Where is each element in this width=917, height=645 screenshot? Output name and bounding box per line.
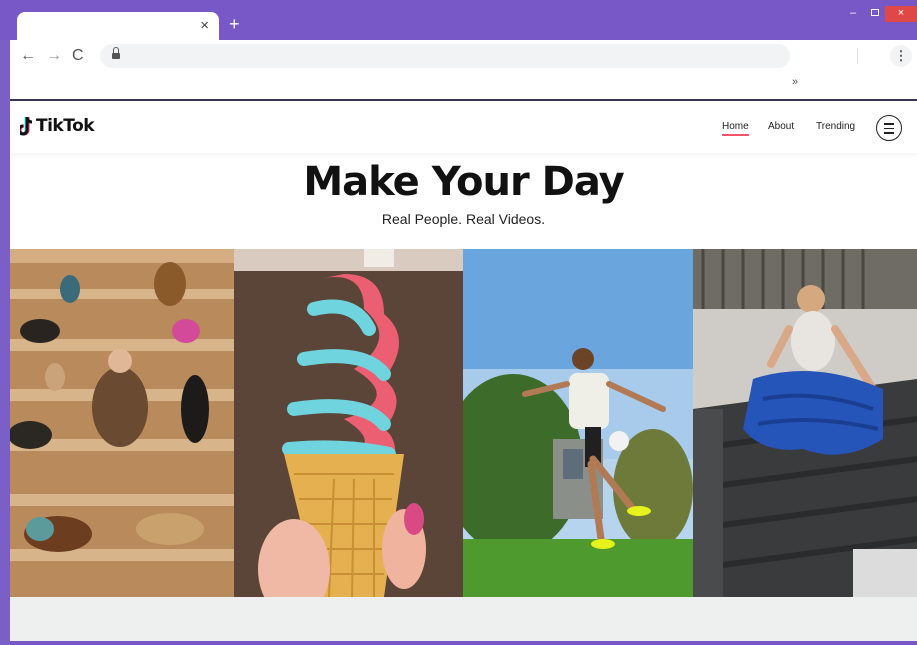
- hero-subtitle: Real People. Real Videos.: [381, 211, 546, 227]
- browser-menu-button[interactable]: ⋮: [890, 45, 912, 67]
- hero-title: Make Your Day: [303, 159, 624, 205]
- tarp-truck-photo: [693, 249, 917, 597]
- hamburger-menu-button[interactable]: [876, 115, 902, 141]
- photo-strip: [10, 249, 917, 597]
- tiktok-logo[interactable]: TikTok: [20, 115, 95, 137]
- ice-cream-cone-photo: [234, 249, 463, 597]
- lock-icon[interactable]: [112, 47, 120, 59]
- browser-toolbar: ← → C ⋮ »: [10, 40, 917, 100]
- window-minimize-button[interactable]: –: [844, 6, 862, 22]
- nav-link-trending[interactable]: Trending: [816, 121, 855, 132]
- address-bar[interactable]: [100, 44, 790, 68]
- window-bottom-frame: [10, 641, 917, 645]
- reload-button[interactable]: C: [72, 46, 84, 66]
- browser-tab[interactable]: ×: [17, 12, 219, 42]
- tab-close-icon[interactable]: ×: [200, 17, 209, 35]
- web-page: TikTok Home About Trending Make Your Day…: [10, 101, 917, 641]
- logo-text: TikTok: [36, 116, 95, 136]
- browser-titlebar: × + – ×: [0, 0, 917, 42]
- bookmarks-overflow-button[interactable]: »: [792, 76, 798, 88]
- nav-link-about[interactable]: About: [768, 121, 794, 132]
- back-button[interactable]: ←: [20, 46, 36, 66]
- window-maximize-button[interactable]: [866, 6, 884, 22]
- window-close-button[interactable]: ×: [885, 6, 917, 22]
- maximize-icon: [871, 9, 879, 16]
- dogs-on-steps-photo: [10, 249, 234, 597]
- tiktok-note-icon: [20, 117, 33, 136]
- new-tab-button[interactable]: +: [229, 14, 240, 34]
- toolbar-divider: [857, 48, 858, 64]
- page-footer-band: [10, 597, 917, 641]
- soccer-juggling-photo: [463, 249, 693, 597]
- nav-link-home[interactable]: Home: [722, 121, 749, 136]
- site-header: TikTok Home About Trending: [10, 101, 917, 153]
- forward-button[interactable]: →: [46, 46, 62, 66]
